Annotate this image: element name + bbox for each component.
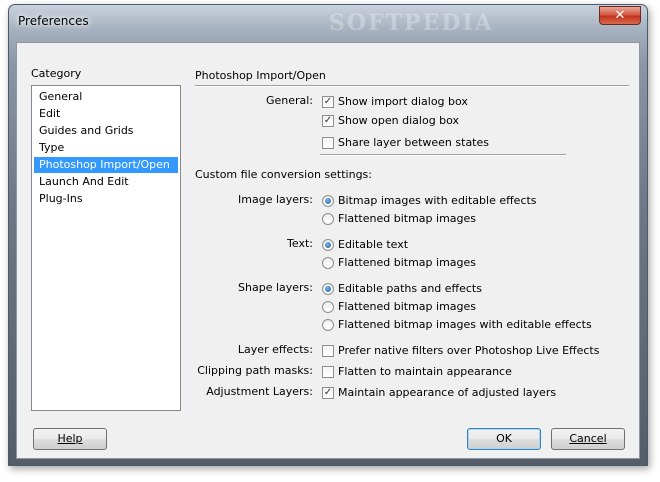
checkbox-unchecked-icon: [322, 137, 334, 149]
checkbox-unchecked-icon: [322, 345, 334, 357]
option-label: Show open dialog box: [338, 114, 460, 127]
image-layers-flattened-radio[interactable]: Flattened bitmap images: [322, 211, 476, 227]
option-label: Maintain appearance of adjusted layers: [338, 386, 557, 399]
adjustment-layers-label: Adjustment Layers:: [206, 385, 313, 398]
checkbox-checked-icon: ✓: [322, 115, 334, 127]
checkbox-unchecked-icon: [322, 366, 334, 378]
ok-button-label: OK: [496, 432, 512, 445]
section-title: Photoshop Import/Open: [195, 69, 326, 82]
option-label: Flattened bitmap images: [338, 212, 477, 225]
category-item-photoshop-import-open[interactable]: Photoshop Import/Open: [34, 157, 178, 173]
general-label: General:: [265, 94, 313, 107]
image-layers-label: Image layers:: [238, 193, 313, 206]
conversion-heading: Custom file conversion settings:: [195, 168, 372, 181]
text-editable-radio[interactable]: Editable text: [322, 237, 408, 253]
option-label: Bitmap images with editable effects: [338, 194, 537, 207]
category-item-launch-and-edit[interactable]: Launch And Edit: [34, 174, 178, 190]
radio-selected-icon: [322, 195, 334, 207]
help-button-label: Help: [57, 432, 83, 445]
checkbox-checked-icon: ✓: [322, 387, 334, 399]
cancel-button-label: Cancel: [569, 432, 607, 445]
general-divider: [320, 154, 566, 156]
prefer-native-filters-checkbox[interactable]: Prefer native filters over Photoshop Liv…: [322, 343, 599, 359]
option-label: Flattened bitmap images with editable ef…: [338, 318, 592, 331]
checkbox-checked-icon: ✓: [322, 96, 334, 108]
option-label: Flattened bitmap images: [338, 256, 477, 269]
softpedia-watermark: SOFTPEDIA: [329, 10, 494, 36]
shape-layers-flattened-effects-radio[interactable]: Flattened bitmap images with editable ef…: [322, 317, 592, 333]
section-divider: [195, 85, 629, 87]
radio-selected-icon: [322, 283, 334, 295]
option-label: Editable text: [338, 238, 409, 251]
help-button[interactable]: Help: [33, 428, 107, 450]
text-label: Text:: [287, 237, 313, 250]
radio-unselected-icon: [322, 257, 334, 269]
image-layers-editable-radio[interactable]: Bitmap images with editable effects: [322, 193, 537, 209]
show-import-dialog-checkbox[interactable]: ✓ Show import dialog box: [322, 94, 468, 110]
radio-unselected-icon: [322, 319, 334, 331]
category-item-guides-and-grids[interactable]: Guides and Grids: [34, 123, 178, 139]
radio-selected-icon: [322, 239, 334, 251]
title-bar[interactable]: Preferences SOFTPEDIA ✕: [9, 5, 647, 36]
close-button[interactable]: ✕: [599, 6, 641, 25]
maintain-adjusted-layers-checkbox[interactable]: ✓ Maintain appearance of adjusted layers: [322, 385, 556, 401]
layer-effects-label: Layer effects:: [237, 343, 313, 356]
shape-layers-label: Shape layers:: [238, 281, 313, 294]
show-open-dialog-checkbox[interactable]: ✓ Show open dialog box: [322, 113, 459, 129]
close-icon: ✕: [614, 8, 626, 23]
ok-button[interactable]: OK: [467, 428, 541, 450]
category-item-plug-ins[interactable]: Plug-Ins: [34, 191, 178, 207]
option-label: Editable paths and effects: [338, 282, 482, 295]
option-label: Prefer native filters over Photoshop Liv…: [338, 344, 600, 357]
window-title: Preferences: [18, 14, 89, 28]
clipping-path-masks-label: Clipping path masks:: [197, 364, 313, 377]
category-list[interactable]: General Edit Guides and Grids Type Photo…: [31, 85, 181, 411]
cancel-button[interactable]: Cancel: [551, 428, 625, 450]
flatten-to-maintain-checkbox[interactable]: Flatten to maintain appearance: [322, 364, 512, 380]
radio-unselected-icon: [322, 301, 334, 313]
category-item-edit[interactable]: Edit: [34, 106, 178, 122]
text-flattened-radio[interactable]: Flattened bitmap images: [322, 255, 476, 271]
option-label: Flatten to maintain appearance: [338, 365, 512, 378]
radio-unselected-icon: [322, 213, 334, 225]
option-label: Flattened bitmap images: [338, 300, 477, 313]
category-item-type[interactable]: Type: [34, 140, 178, 156]
option-label: Share layer between states: [338, 136, 489, 149]
category-label: Category: [31, 67, 82, 80]
shape-layers-editable-radio[interactable]: Editable paths and effects: [322, 281, 482, 297]
category-item-general[interactable]: General: [34, 89, 178, 105]
dialog-client-area: Category General Edit Guides and Grids T…: [16, 42, 640, 459]
shape-layers-flattened-radio[interactable]: Flattened bitmap images: [322, 299, 476, 315]
option-label: Show import dialog box: [338, 95, 468, 108]
preferences-window: Preferences SOFTPEDIA ✕ Category General…: [8, 4, 648, 466]
share-layer-checkbox[interactable]: Share layer between states: [322, 135, 489, 151]
